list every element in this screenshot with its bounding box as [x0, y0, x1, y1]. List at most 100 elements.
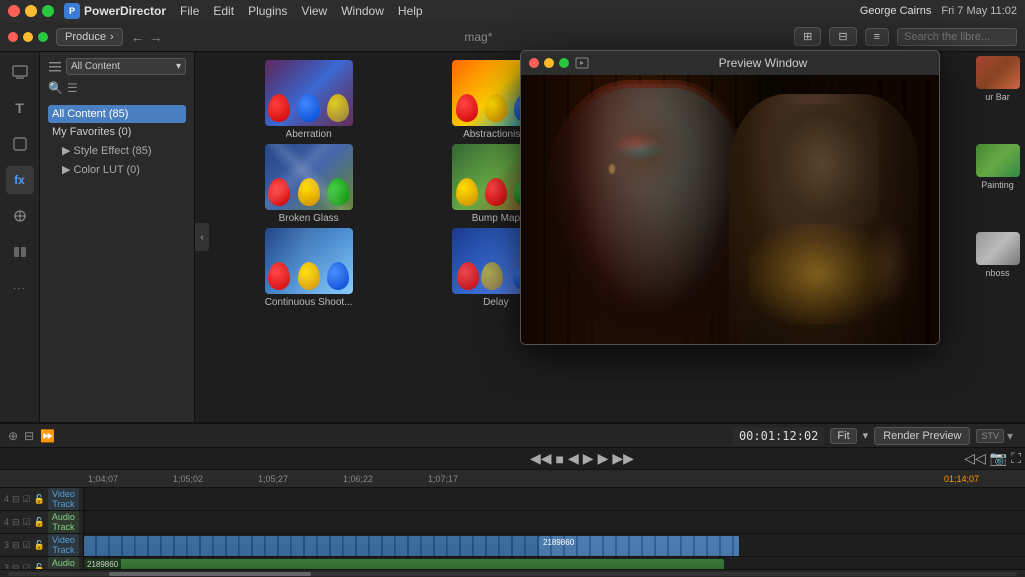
maximize-button[interactable]: [42, 5, 54, 17]
date-time: Fri 7 May 11:02: [941, 5, 1017, 17]
title-bar-right: George Cairns Fri 7 May 11:02: [860, 5, 1017, 17]
track-label-3v[interactable]: Video Track: [48, 534, 79, 556]
track-eye-icon[interactable]: ☑: [23, 494, 31, 505]
audio-btn[interactable]: ◁◁: [964, 450, 986, 467]
preview-maximize[interactable]: [559, 58, 569, 68]
menu-file[interactable]: File: [180, 4, 199, 18]
render-preview-button[interactable]: Render Preview: [874, 427, 970, 445]
video-clip-3v[interactable]: 2189860: [84, 536, 539, 556]
grid-view-small[interactable]: ⊞: [794, 27, 821, 46]
stop-button[interactable]: ■: [556, 451, 564, 467]
ruler-mark-4: 1;07;17: [424, 474, 509, 484]
fit-button[interactable]: Fit: [830, 428, 856, 444]
effect-item-paintingr[interactable]: Painting: [973, 144, 1023, 190]
library-search-input[interactable]: [897, 28, 1017, 46]
effect-item-urbar[interactable]: ur Bar: [973, 56, 1023, 102]
sidebar-icon-shapes[interactable]: [6, 130, 34, 158]
video-clip-3v-right[interactable]: 2189860: [539, 536, 739, 556]
ruler-mark-0: 1;04;07: [84, 474, 169, 484]
scrollbar-track[interactable]: [8, 572, 1017, 576]
menu-window[interactable]: Window: [341, 4, 384, 18]
dropdown-arrow-icon: ▾: [863, 429, 869, 442]
track-eye3-icon[interactable]: ☑: [23, 540, 31, 551]
sidebar-icon-transitions[interactable]: [6, 238, 34, 266]
add-track-button[interactable]: ⊕: [8, 429, 18, 443]
track-label-4v[interactable]: Video Track: [48, 488, 79, 510]
traffic-lights: [8, 5, 54, 17]
camera-btn[interactable]: 📷: [990, 450, 1007, 467]
effect-label-bumpmap: Bump Map: [472, 213, 520, 224]
step-back-button[interactable]: ◀: [568, 450, 579, 467]
preview-content: [521, 75, 939, 344]
timeline-split-button[interactable]: ⊟: [24, 429, 34, 443]
rewind-button[interactable]: ◀◀: [530, 450, 552, 467]
menu-edit[interactable]: Edit: [213, 4, 234, 18]
effect-item-continuousshoot[interactable]: Continuous Shoot...: [217, 228, 400, 308]
scrollbar-thumb[interactable]: [109, 572, 311, 576]
track-lock3-icon[interactable]: 🔓: [34, 540, 45, 551]
sidebar-icon-effects[interactable]: fx: [6, 166, 34, 194]
track-num-3v: 3: [4, 540, 9, 550]
panel-menu-icon: [48, 60, 62, 74]
track-controls-4v: 4 ⊟ ☑ 🔓 Video Track: [0, 488, 84, 510]
effect-item-aberration[interactable]: Aberration: [217, 60, 400, 140]
preview-close[interactable]: [529, 58, 539, 68]
close-button[interactable]: [8, 5, 20, 17]
ruler-mark-end: 01;14;07: [940, 474, 1025, 484]
menu-plugins[interactable]: Plugins: [248, 4, 287, 18]
nav-color-lut[interactable]: ▶ Color LUT (0): [48, 160, 186, 179]
preview-icon: [575, 56, 589, 70]
track-lock-icon[interactable]: 🔓: [34, 494, 45, 505]
sidebar-icon-text[interactable]: T: [6, 94, 34, 122]
nav-my-favorites[interactable]: My Favorites (0): [48, 123, 186, 141]
step-forward-button[interactable]: ▶: [598, 450, 609, 467]
title-bar: P PowerDirector File Edit Plugins View W…: [0, 0, 1025, 22]
nav-all-content[interactable]: All Content (85): [48, 105, 186, 123]
panel-search-row: 🔍 ☰: [40, 81, 194, 101]
timeline-play-button[interactable]: ⏩: [40, 429, 55, 443]
play-button[interactable]: ▶: [583, 450, 594, 467]
preview-minimize[interactable]: [544, 58, 554, 68]
track-composite2-icon[interactable]: ⊟: [12, 540, 20, 551]
track-content-4v: [84, 488, 1025, 510]
track-composite-icon[interactable]: ⊟: [12, 494, 20, 505]
track-eye2-icon[interactable]: ☑: [23, 517, 31, 528]
ruler-marks: 1;04;07 1;05;02 1;05;27 1;06;22 1;07;17 …: [84, 474, 1025, 484]
left-sidebar: T fx ···: [0, 52, 40, 422]
clip-id-3a: 2189860: [84, 559, 121, 569]
produce-tab[interactable]: Produce ›: [56, 28, 123, 46]
grid-view-large[interactable]: ⊟: [829, 27, 856, 46]
fullscreen-btn[interactable]: ⛶: [1011, 450, 1021, 467]
app-logo: P PowerDirector: [64, 3, 166, 19]
sidebar-icon-more[interactable]: ···: [6, 274, 34, 302]
panel-header: All Content ▾: [40, 52, 194, 81]
track-lock4-icon[interactable]: 🔓: [34, 563, 45, 570]
effect-item-brokenglass[interactable]: Broken Glass: [217, 144, 400, 224]
nav-back-button[interactable]: ←: [131, 29, 145, 45]
track-eye4-icon[interactable]: ☑: [23, 563, 31, 570]
track-mute-icon[interactable]: ⊟: [12, 517, 20, 528]
sidebar-icon-audio[interactable]: [6, 202, 34, 230]
sidebar-icon-media[interactable]: [6, 58, 34, 86]
grid-view-list[interactable]: ≡: [865, 28, 889, 46]
preview-scene: [521, 75, 939, 344]
audio-clip-3a[interactable]: 2189860: [84, 559, 724, 569]
minimize-button[interactable]: [25, 5, 37, 17]
fast-forward-button[interactable]: ▶▶: [612, 450, 634, 467]
track-lock2-icon[interactable]: 🔓: [34, 517, 45, 528]
track-label-4a[interactable]: Audio Track: [48, 511, 79, 533]
panel-collapse-button[interactable]: ‹: [195, 223, 209, 251]
nav-forward-button[interactable]: →: [149, 29, 163, 45]
timeline-scrollbar: [0, 569, 1025, 577]
track-mute2-icon[interactable]: ⊟: [12, 563, 20, 570]
effect-item-emboss[interactable]: nboss: [973, 232, 1023, 278]
nav-style-effect[interactable]: ▶ Style Effect (85): [48, 141, 186, 160]
more-icon: ···: [13, 283, 26, 294]
menu-view[interactable]: View: [301, 4, 327, 18]
panel-search-button[interactable]: 🔍: [48, 81, 63, 95]
panel-filter-button[interactable]: ☰: [67, 81, 78, 95]
content-dropdown[interactable]: All Content ▾: [66, 58, 186, 75]
menu-help[interactable]: Help: [398, 4, 423, 18]
track-label-3a[interactable]: Audio Track: [48, 557, 79, 569]
track-row-3-audio: 3 ⊟ ☑ 🔓 Audio Track 2189860: [0, 557, 1025, 569]
